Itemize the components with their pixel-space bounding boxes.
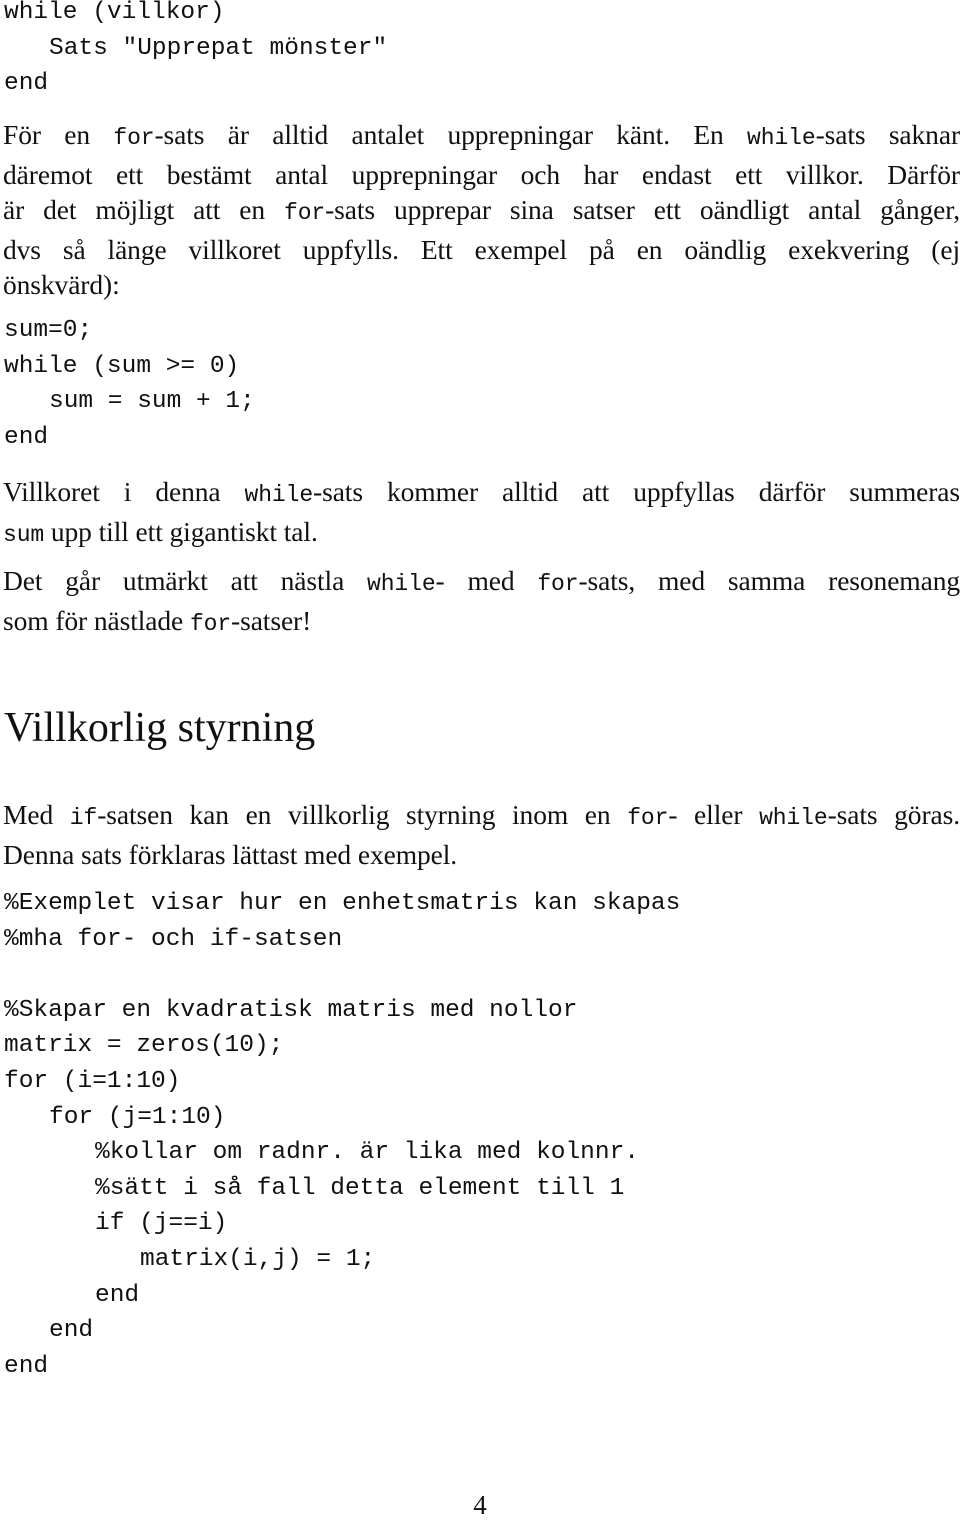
code-comment-line: %mha for- och if-satsen [4, 925, 343, 953]
paragraph-line: dvs så länge villkoret uppfylls. Ett exe… [3, 233, 960, 265]
paragraph-line: önskvärd): [3, 269, 120, 301]
code-line: matrix(i,j) = 1; [140, 1245, 376, 1273]
inline-code: for [537, 571, 579, 597]
code-line: matrix = zeros(10); [4, 1032, 284, 1060]
code-line: for (i=1:10) [4, 1067, 181, 1095]
inline-code: while [367, 571, 436, 597]
paragraph-line: Det går utmärkt att nästla while- med fo… [3, 565, 960, 597]
paragraph-line: som för nästlade for-satser! [3, 604, 312, 637]
paragraph-line: Villkoret i denna while-sats kommer allt… [3, 476, 960, 508]
code-line: end [4, 1352, 49, 1380]
inline-code: if [69, 805, 98, 831]
paragraph-infinite-explanation: Villkoret i denna while-sats kommer allt… [3, 474, 960, 553]
inline-code: for [189, 610, 232, 637]
paragraph-for-vs-while: För en for-sats är alltid antalet upprep… [3, 117, 960, 303]
code-comment-line: %sätt i så fall detta element till 1 [95, 1174, 625, 1202]
code-line: end [95, 1281, 140, 1309]
code-block-identity-matrix: %Exemplet visar hur en enhetsmatris kan … [4, 886, 680, 1384]
paragraph-line: sum upp till ett gigantiskt tal. [3, 515, 318, 548]
code-comment-line: %kollar om radnr. är lika med kolnnr. [95, 1139, 639, 1167]
section-heading: Villkorlig styrning [4, 705, 316, 751]
paragraph-line: är det möjligt att en for-sats upprepar … [3, 194, 960, 227]
page-number: 4 [473, 1490, 487, 1520]
inline-code: while [759, 805, 828, 831]
code-line: end [49, 1317, 94, 1345]
code-line: while (villkor) [4, 0, 225, 26]
inline-code: for [113, 125, 155, 151]
code-line: for (j=1:10) [49, 1103, 226, 1131]
paragraph-nesting: Det går utmärkt att nästla while- med fo… [3, 563, 960, 642]
paragraph-line: Denna sats förklaras lättast med exempel… [3, 838, 458, 870]
inline-code: for [284, 200, 326, 227]
code-block-infinite-loop: sum=0; while (sum >= 0) sum = sum + 1; e… [4, 313, 255, 455]
code-line: sum = sum + 1; [49, 388, 255, 416]
paragraph-line: Med if-satsen kan en villkorlig styrning… [3, 799, 960, 831]
code-line: end [4, 70, 49, 98]
inline-code: sum [3, 521, 45, 548]
inline-code: while [747, 125, 816, 151]
inline-code: for [627, 805, 669, 831]
paragraph-if-intro: Med if-satsen kan en villkorlig styrning… [3, 797, 960, 872]
code-line: end [4, 423, 49, 451]
paragraph-line: däremot ett bestämt antal upprepningar o… [3, 158, 960, 190]
code-line: while (sum >= 0) [4, 352, 240, 380]
code-comment-line: %Exemplet visar hur en enhetsmatris kan … [4, 890, 681, 917]
code-block-while-syntax: while (villkor) Sats "Upprepat mönster" … [4, 0, 387, 102]
code-line: if (j==i) [95, 1210, 228, 1238]
code-line: sum=0; [4, 317, 93, 344]
inline-code: while [244, 482, 314, 508]
paragraph-line: För en for-sats är alltid antalet upprep… [3, 119, 960, 151]
code-comment-line: %Skapar en kvadratisk matris med nollor [4, 996, 578, 1024]
code-line: Sats "Upprepat mönster" [49, 34, 388, 62]
